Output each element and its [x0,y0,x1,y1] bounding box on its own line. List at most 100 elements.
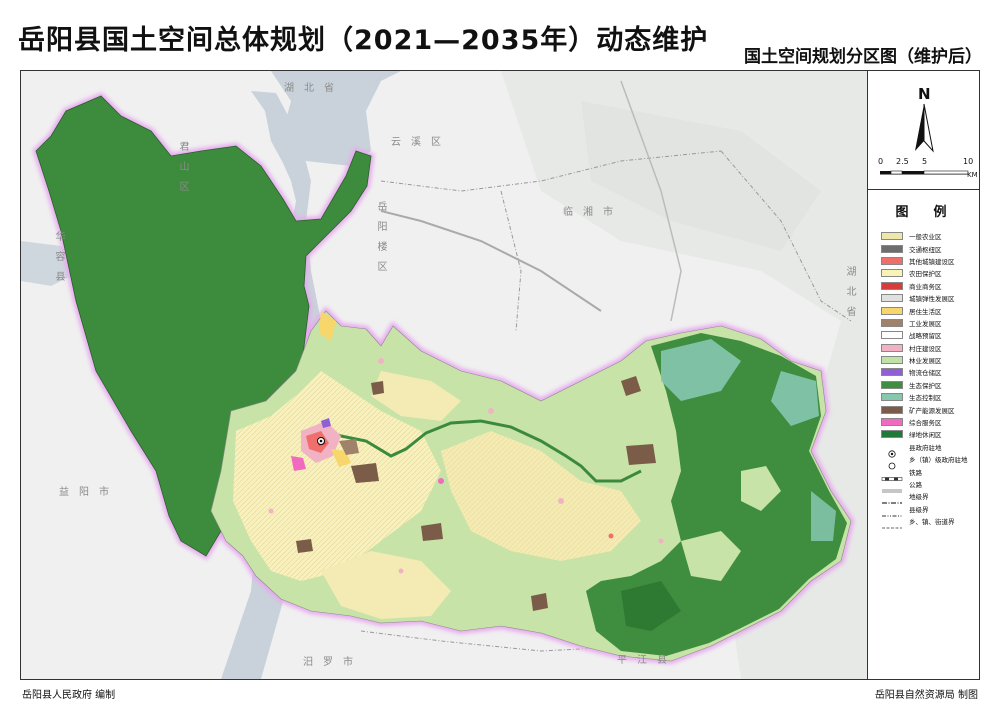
legend-swatch [881,318,903,327]
legend-label: 地级界 [909,493,929,502]
footer-cartographer: 岳阳县自然资源局 制图 [874,690,978,701]
legend-item: 战略预留区 [881,329,979,341]
map-frame: 湖 北 省 君 山 区 华 容 县 云 溪 区 岳 阳 楼 区 临 湘 市 湖 … [20,70,980,680]
legend-item: 城镇弹性发展区 [881,292,979,304]
legend-label: 农田保护区 [909,270,942,279]
map-svg [21,71,867,679]
legend-swatch [881,294,903,303]
legend-item: 一般农业区 [881,230,979,242]
town-seat-icon [881,455,903,470]
zone-mining-energy[interactable] [531,593,548,611]
legend-item: 工业发展区 [881,317,979,329]
footer-author: 岳阳县人民政府 编制 [22,690,116,701]
legend-label: 乡（镇）级政府驻地 [909,456,968,465]
legend-item: 生态保护区 [881,379,979,391]
legend-label: 工业发展区 [909,319,942,328]
scale-unit: KM [967,171,978,179]
legend-swatch [881,281,903,290]
legend-panel: N 0 2.5 5 10 KM 图 例 一般农业区 交通枢纽区 其他城镇建设区 … [867,71,979,679]
legend-label: 商业商务区 [909,282,942,291]
legend-item: 公路 [881,478,979,493]
legend-label: 铁路 [909,468,922,477]
legend-swatch [881,356,903,365]
legend-swatch [881,244,903,253]
legend: 图 例 一般农业区 交通枢纽区 其他城镇建设区 农田保护区 商业商务区 城镇弹性… [868,190,979,679]
railway-icon [881,468,903,481]
zone-village-construction[interactable] [658,538,664,544]
legend-item: 其他城镇建设区 [881,255,979,267]
zone-mining-energy[interactable] [296,539,313,553]
legend-label: 县政府驻地 [909,443,942,452]
legend-title: 图 例 [895,205,953,220]
zone-village-construction[interactable] [378,358,384,364]
township-boundary-icon [881,517,903,529]
legend-swatch [881,269,903,278]
scale-tick-label: 2.5 [896,157,909,166]
legend-label: 村庄建设区 [909,344,942,353]
legend-swatch [881,430,903,439]
legend-swatch [881,343,903,352]
place-label: 岳 阳 楼 区 [375,201,386,271]
legend-label: 乡、镇、街道界 [909,518,955,527]
legend-swatch [881,418,903,427]
legend-item: 居住生活区 [881,304,979,316]
legend-label: 战略预留区 [909,332,942,341]
place-label: 临 湘 市 [563,207,613,218]
legend-item: 乡（镇）级政府驻地 [881,453,979,470]
zone-village-construction[interactable] [488,408,494,414]
legend-item: 生态控制区 [881,391,979,403]
legend-swatch [881,405,903,414]
place-label: 汨 罗 市 [303,657,353,668]
scale-tick-label: 10 [963,157,974,166]
legend-swatch [881,256,903,265]
north-arrow-icon [880,103,969,175]
map-title: 岳阳县国土空间总体规划（2021—2035年）动态维护 [18,25,709,56]
legend-item: 绿地休闲区 [881,428,979,440]
county-boundary-icon [881,505,903,517]
legend-swatch [881,380,903,389]
zone-village-construction[interactable] [398,568,404,574]
legend-item: 综合服务区 [881,416,979,428]
legend-swatch [881,331,903,340]
place-label: 湖 北 省 [844,266,855,316]
legend-swatch [881,306,903,315]
legend-label: 生态控制区 [909,394,942,403]
zone-mining-energy[interactable] [371,381,384,395]
place-label: 华 容 县 [53,231,64,281]
place-label: 益 阳 市 [59,487,109,498]
legend-item: 物流仓储区 [881,366,979,378]
legend-label: 绿地休闲区 [909,431,942,440]
place-label: 湖 北 省 [284,83,334,94]
legend-label: 其他城镇建设区 [909,257,955,266]
zone-village-construction[interactable] [268,508,274,514]
legend-label: 林业发展区 [909,357,942,366]
legend-label: 物流仓储区 [909,369,942,378]
legend-label: 居住生活区 [909,307,942,316]
legend-list: 一般农业区 交通枢纽区 其他城镇建设区 农田保护区 商业商务区 城镇弹性发展区 … [881,230,979,529]
legend-label: 一般农业区 [909,233,942,242]
map-canvas[interactable]: 湖 北 省 君 山 区 华 容 县 云 溪 区 岳 阳 楼 区 临 湘 市 湖 … [21,71,867,679]
road-icon [881,480,903,493]
legend-item: 农田保护区 [881,267,979,279]
zone-mining-energy[interactable] [351,463,379,483]
legend-label: 矿产能源发展区 [909,406,955,415]
legend-item: 县政府驻地 [881,441,979,458]
legend-item: 村庄建设区 [881,342,979,354]
legend-label: 城镇弹性发展区 [909,295,955,304]
legend-label: 县级界 [909,505,929,514]
legend-label: 综合服务区 [909,419,942,428]
legend-item: 乡、镇、街道界 [881,515,979,529]
legend-swatch [881,368,903,377]
zone-mining-energy[interactable] [626,444,656,465]
zone-village-construction[interactable] [558,498,564,504]
scale-tick-label: 5 [922,157,928,166]
zone-comprehensive-service[interactable] [438,478,444,484]
legend-item: 商业商务区 [881,280,979,292]
scale-tick-label: 0 [878,157,884,166]
legend-item: 铁路 [881,465,979,481]
zone-mining-energy[interactable] [421,523,443,541]
place-label: 君 山 区 [177,141,188,191]
zone-other-urban[interactable] [608,533,614,539]
place-label: 云 溪 区 [391,137,441,148]
north-arrow-box: N 0 2.5 5 10 KM [868,71,979,190]
